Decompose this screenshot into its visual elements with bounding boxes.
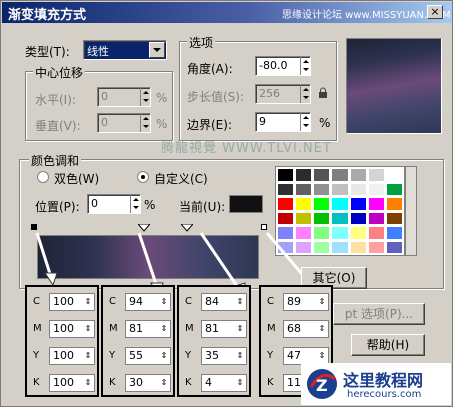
- cmyk-input-m[interactable]: 81 ⇕: [125, 320, 171, 338]
- cmyk-label-c: C: [109, 296, 116, 307]
- site-logo: Z 这里教程网 herecours.com: [301, 363, 451, 405]
- cmyk-value: 4: [205, 376, 212, 389]
- cmyk-label-m: M: [33, 323, 42, 334]
- logo-url: herecours.com: [347, 389, 422, 400]
- cmyk-value: 84: [205, 295, 219, 308]
- cmyk-value: 30: [129, 376, 143, 389]
- cmyk-label-c: C: [33, 296, 40, 307]
- help-button[interactable]: 帮助(H): [351, 334, 425, 356]
- cmyk-input-y[interactable]: 35 ⇕: [201, 347, 247, 365]
- cmyk-value: 100: [53, 295, 74, 308]
- cmyk-label-k: K: [109, 377, 116, 388]
- cmyk-input-y[interactable]: 100 ⇕: [49, 347, 95, 365]
- cmyk-box: C 84 ⇕ M 81 ⇕ Y 35 ⇕ K 4 ⇕: [177, 285, 251, 397]
- logo-text: 这里教程网: [343, 371, 424, 390]
- spinner-icon[interactable]: ⇕: [236, 349, 244, 363]
- cmyk-value: 89: [287, 295, 301, 308]
- cmyk-value: 81: [129, 322, 143, 335]
- logo-z-icon: Z: [307, 369, 337, 399]
- cmyk-value: 35: [205, 349, 219, 362]
- spinner-icon[interactable]: ⇕: [84, 349, 92, 363]
- spinner-icon[interactable]: ⇕: [160, 349, 168, 363]
- spinner-icon[interactable]: ⇕: [84, 376, 92, 390]
- cmyk-label-c: C: [267, 296, 274, 307]
- gradient-fill-dialog: 渐变填充方式 思缘设计论坛 www.MISSYUAN.COM × 类型(T): …: [0, 0, 453, 407]
- cmyk-box: C 94 ⇕ M 81 ⇕ Y 55 ⇕ K 30 ⇕: [101, 285, 175, 397]
- cmyk-label-y: Y: [33, 350, 40, 361]
- spinner-icon[interactable]: ⇕: [236, 322, 244, 336]
- cmyk-input-c[interactable]: 89 ⇕: [283, 293, 329, 311]
- cmyk-label-k: K: [267, 377, 274, 388]
- spinner-icon[interactable]: ⇕: [236, 295, 244, 309]
- spinner-icon[interactable]: ⇕: [84, 322, 92, 336]
- cmyk-label-y: Y: [109, 350, 116, 361]
- cmyk-input-m[interactable]: 68 ⇕: [283, 320, 329, 338]
- cmyk-label-k: K: [33, 377, 40, 388]
- spinner-icon[interactable]: ⇕: [84, 295, 92, 309]
- cmyk-label-m: M: [267, 323, 276, 334]
- cmyk-input-k[interactable]: 100 ⇕: [49, 374, 95, 392]
- cmyk-input-c[interactable]: 100 ⇕: [49, 293, 95, 311]
- cmyk-input-k[interactable]: 30 ⇕: [125, 374, 171, 392]
- spinner-icon[interactable]: ⇕: [160, 376, 168, 390]
- cmyk-value: 100: [53, 376, 74, 389]
- cmyk-label-m: M: [109, 323, 118, 334]
- cmyk-label-c: C: [185, 296, 192, 307]
- spinner-icon[interactable]: ⇕: [236, 376, 244, 390]
- cmyk-value: 100: [53, 349, 74, 362]
- cmyk-input-y[interactable]: 55 ⇕: [125, 347, 171, 365]
- cmyk-label-y: Y: [267, 350, 274, 361]
- cmyk-value: 55: [129, 349, 143, 362]
- cmyk-value: 11: [287, 376, 301, 389]
- cmyk-value: 81: [205, 322, 219, 335]
- cmyk-input-c[interactable]: 84 ⇕: [201, 293, 247, 311]
- spinner-icon[interactable]: ⇕: [318, 322, 326, 336]
- cmyk-label-k: K: [185, 377, 192, 388]
- cmyk-box: C 100 ⇕ M 100 ⇕ Y 100 ⇕ K 100 ⇕: [25, 285, 99, 397]
- spinner-icon[interactable]: ⇕: [160, 322, 168, 336]
- spinner-icon[interactable]: ⇕: [318, 295, 326, 309]
- cmyk-value: 68: [287, 322, 301, 335]
- cmyk-value: 47: [287, 349, 301, 362]
- cmyk-value: 100: [53, 322, 74, 335]
- cmyk-label-m: M: [185, 323, 194, 334]
- svg-text:Z: Z: [316, 376, 328, 395]
- spinner-icon[interactable]: ⇕: [318, 349, 326, 363]
- cmyk-input-m[interactable]: 81 ⇕: [201, 320, 247, 338]
- cmyk-value: 94: [129, 295, 143, 308]
- cmyk-input-m[interactable]: 100 ⇕: [49, 320, 95, 338]
- cmyk-label-y: Y: [185, 350, 192, 361]
- postscript-options-button[interactable]: pt 选项(P)...: [333, 303, 425, 325]
- spinner-icon[interactable]: ⇕: [160, 295, 168, 309]
- cmyk-input-c[interactable]: 94 ⇕: [125, 293, 171, 311]
- cmyk-input-k[interactable]: 4 ⇕: [201, 374, 247, 392]
